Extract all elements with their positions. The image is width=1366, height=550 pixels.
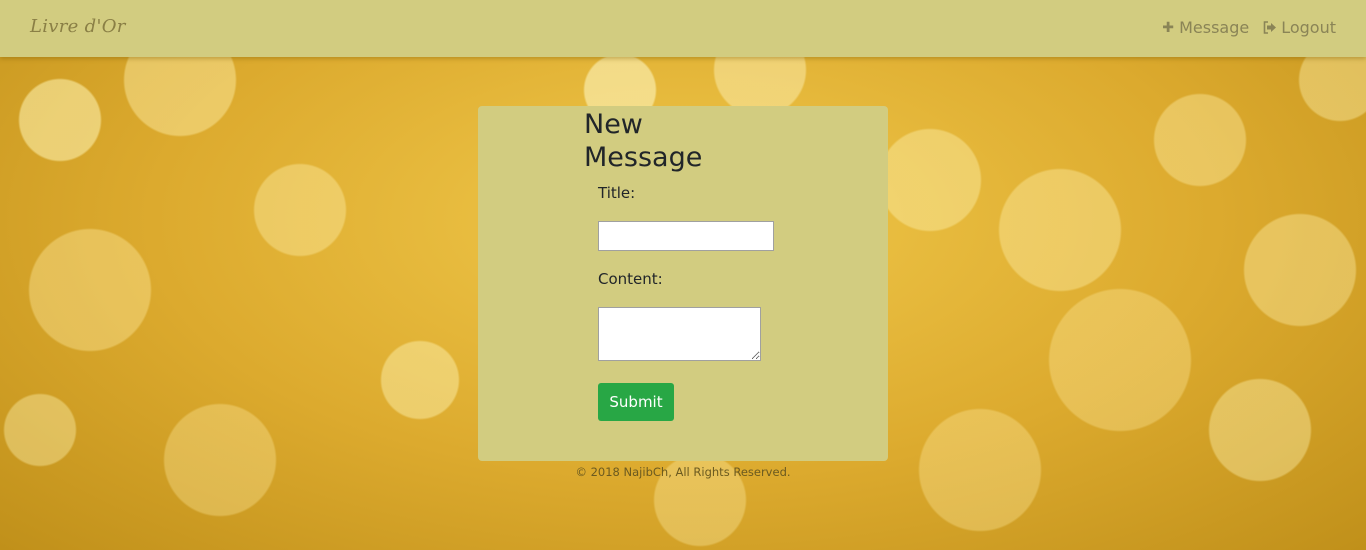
nav-logout-label: Logout [1281, 18, 1336, 37]
plus-icon: ✚ [1162, 19, 1174, 36]
title-label: Title: [598, 184, 636, 202]
page-title: New Message [584, 109, 703, 173]
nav-links: ✚ Message Logout [1161, 18, 1336, 37]
content-textarea[interactable] [598, 307, 761, 361]
nav-message-label: Message [1179, 18, 1250, 37]
content-label: Content: [598, 270, 663, 288]
title-input[interactable] [598, 221, 774, 251]
nav-logout-link[interactable]: Logout [1263, 18, 1336, 37]
nav-message-link[interactable]: ✚ Message [1161, 18, 1249, 37]
footer-copyright: © 2018 NajibCh, All Rights Reserved. [575, 465, 791, 479]
new-message-card: New Message Title: Content: Submit [478, 106, 888, 461]
navbar: Livre d'Or ✚ Message Logout [0, 0, 1366, 57]
sign-out-icon [1263, 21, 1277, 34]
submit-button[interactable]: Submit [598, 383, 674, 421]
brand-logo-link[interactable]: Livre d'Or [30, 16, 126, 37]
